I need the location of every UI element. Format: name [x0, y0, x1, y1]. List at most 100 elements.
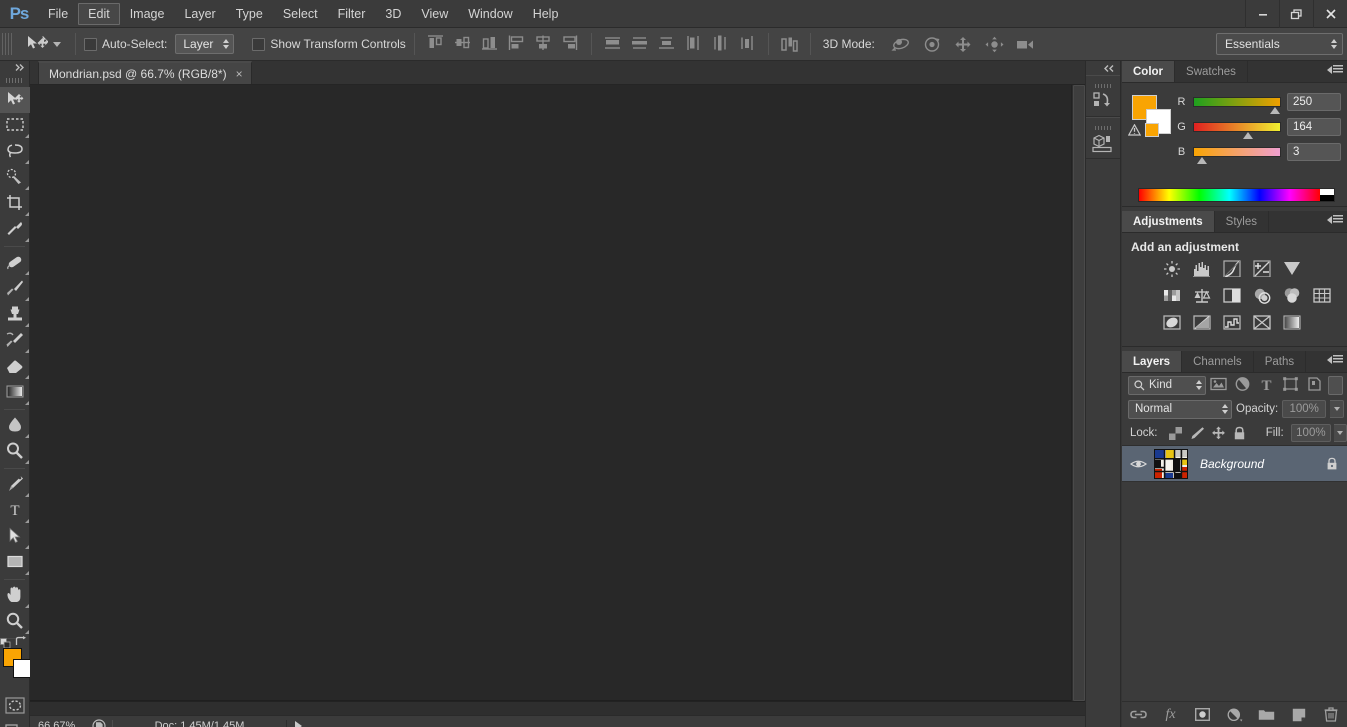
quick-selection-tool-button[interactable] [0, 165, 30, 191]
history-brush-tool-button[interactable] [0, 328, 30, 354]
invert-button[interactable] [1162, 315, 1182, 333]
exposure-button[interactable] [1252, 260, 1272, 279]
menu-select[interactable]: Select [273, 3, 328, 25]
menu-edit[interactable]: Edit [78, 2, 120, 25]
selective-color-button[interactable] [1252, 315, 1272, 333]
gradient-tool-button[interactable] [0, 380, 30, 406]
auto-align-layers-button[interactable] [777, 32, 802, 56]
tool-preset-chevron-down-icon[interactable] [53, 41, 61, 47]
gamut-replacement-swatch[interactable] [1145, 123, 1159, 137]
minimize-button[interactable] [1245, 0, 1279, 28]
distribute-bottom-edges-button[interactable] [654, 32, 679, 56]
layer-filter-kind-dropdown[interactable]: Kind [1128, 375, 1206, 395]
adjustments-panel-menu-button[interactable] [1327, 215, 1343, 224]
menu-3d[interactable]: 3D [375, 3, 411, 25]
align-top-edges-button[interactable] [423, 32, 448, 56]
channel-value-b[interactable]: 3 [1287, 142, 1341, 161]
status-menu-arrow-icon[interactable] [295, 721, 302, 727]
threshold-button[interactable] [1222, 315, 1242, 333]
document-preview-icon[interactable] [86, 719, 112, 727]
dodge-tool-button[interactable] [0, 439, 30, 465]
pen-tool-button[interactable] [0, 472, 30, 498]
rectangular-marquee-tool-button[interactable] [0, 113, 30, 139]
blur-tool-button[interactable] [0, 413, 30, 439]
curves-button[interactable] [1222, 260, 1242, 279]
align-horizontal-centers-button[interactable] [531, 32, 556, 56]
close-button[interactable] [1313, 0, 1347, 28]
scale-3d-object-icon[interactable] [1013, 32, 1038, 56]
document-close-icon[interactable]: × [236, 67, 243, 81]
spot-healing-brush-tool-button[interactable] [0, 250, 30, 276]
channel-slider-r[interactable] [1193, 96, 1281, 114]
brightness-contrast-button[interactable] [1162, 261, 1182, 279]
restore-button[interactable] [1279, 0, 1313, 28]
tab-styles[interactable]: Styles [1215, 211, 1269, 232]
roll-3d-object-icon[interactable] [920, 32, 945, 56]
channel-value-r[interactable]: 250 [1287, 92, 1341, 111]
color-spectrum-bar[interactable] [1138, 188, 1335, 202]
show-transform-checkbox[interactable] [252, 37, 266, 51]
menu-layer[interactable]: Layer [174, 3, 225, 25]
rectangle-tool-button[interactable] [0, 550, 30, 576]
new-layer-icon[interactable] [1289, 705, 1309, 725]
eyedropper-tool-button[interactable] [0, 217, 30, 243]
toolbar-grip[interactable] [0, 73, 29, 87]
black-white-button[interactable] [1222, 288, 1242, 306]
hand-tool-button[interactable] [0, 583, 30, 609]
rotate-3d-object-icon[interactable] [889, 32, 914, 56]
lock-all-icon[interactable] [1230, 424, 1248, 442]
current-tool-preview[interactable] [18, 33, 67, 55]
tab-layers[interactable]: Layers [1122, 351, 1183, 372]
align-vertical-centers-button[interactable] [450, 32, 475, 56]
canvas-vertical-scrollbar[interactable] [1071, 85, 1085, 701]
tab-swatches[interactable]: Swatches [1175, 61, 1248, 82]
hue-saturation-button[interactable] [1162, 288, 1182, 306]
add-layer-style-icon[interactable]: fx [1161, 705, 1181, 725]
out-of-gamut-warning[interactable] [1128, 123, 1159, 137]
layer-filter-toggle[interactable] [1328, 375, 1343, 395]
tab-color[interactable]: Color [1122, 61, 1176, 82]
auto-select-dropdown[interactable]: Layer [175, 34, 235, 54]
history-panel-button[interactable] [1086, 75, 1120, 117]
distribute-top-edges-button[interactable] [600, 32, 625, 56]
distribute-vertical-centers-button[interactable] [627, 32, 652, 56]
opacity-value[interactable]: 100% [1282, 400, 1327, 418]
document-info[interactable]: Doc: 1.45M/1.45M [112, 720, 287, 727]
lock-transparent-pixels-icon[interactable] [1167, 424, 1185, 442]
photo-filter-button[interactable] [1252, 288, 1272, 306]
link-layers-icon[interactable] [1129, 705, 1149, 725]
filter-smart-objects-button[interactable] [1302, 375, 1326, 395]
levels-button[interactable] [1192, 261, 1212, 279]
gradient-map-button[interactable] [1282, 315, 1302, 333]
menu-view[interactable]: View [411, 3, 458, 25]
add-layer-mask-icon[interactable] [1193, 705, 1213, 725]
workspace-selector[interactable]: Essentials [1216, 33, 1343, 55]
new-group-icon[interactable] [1257, 705, 1277, 725]
color-lookup-button[interactable] [1312, 288, 1332, 306]
properties-panel-button[interactable] [1086, 117, 1120, 159]
channel-slider-thumb-b[interactable] [1196, 156, 1207, 164]
menu-help[interactable]: Help [523, 3, 569, 25]
layer-row[interactable]: Background [1122, 446, 1347, 482]
filter-adjustment-layers-button[interactable] [1230, 375, 1254, 395]
brush-tool-button[interactable] [0, 276, 30, 302]
path-selection-tool-button[interactable] [0, 524, 30, 550]
distribute-right-edges-button[interactable] [735, 32, 760, 56]
zoom-tool-button[interactable] [0, 609, 30, 635]
new-adjustment-layer-icon[interactable] [1225, 705, 1245, 725]
horizontal-type-tool-button[interactable]: T [0, 498, 30, 524]
channel-slider-b[interactable] [1193, 146, 1281, 164]
document-tab[interactable]: Mondrian.psd @ 66.7% (RGB/8*) × [38, 61, 252, 84]
lock-image-pixels-icon[interactable] [1188, 424, 1206, 442]
distribute-horizontal-centers-button[interactable] [708, 32, 733, 56]
menu-file[interactable]: File [38, 3, 78, 25]
channel-mixer-button[interactable] [1282, 288, 1302, 306]
collapsed-dock-expand-button[interactable] [1086, 61, 1120, 75]
slide-3d-object-icon[interactable] [982, 32, 1007, 56]
canvas-horizontal-scrollbar[interactable] [30, 701, 1085, 715]
distribute-left-edges-button[interactable] [681, 32, 706, 56]
eraser-tool-button[interactable] [0, 354, 30, 380]
auto-select-checkbox[interactable] [84, 37, 97, 51]
channel-slider-g[interactable] [1193, 121, 1281, 139]
toolbar-collapse-button[interactable] [0, 61, 29, 73]
